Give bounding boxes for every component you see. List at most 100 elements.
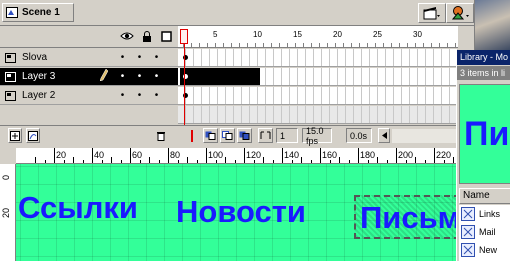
frame-tick (191, 43, 192, 47)
ruler-tick (45, 160, 46, 163)
frame-tick (351, 43, 352, 47)
library-item-mail[interactable]: Mail (459, 223, 510, 241)
playhead[interactable] (180, 29, 188, 44)
lock-dot[interactable]: • (131, 71, 148, 82)
onion-outline-button[interactable] (220, 128, 235, 143)
library-title[interactable]: Library - Mo (457, 50, 510, 65)
timeline-scrollbar-track[interactable] (392, 129, 456, 143)
outline-dot[interactable]: • (148, 71, 165, 82)
frame-row-slova[interactable] (178, 49, 458, 67)
ruler-tick (358, 148, 359, 163)
center-frame-button[interactable] (186, 128, 198, 143)
frame-tick (263, 43, 264, 47)
ruler-tick (140, 160, 141, 163)
frame-number: 15 (293, 30, 302, 39)
library-item-news[interactable]: New (459, 241, 510, 259)
ruler-tick (434, 148, 435, 163)
scene-button[interactable]: Scene 1 (2, 3, 74, 22)
playhead-line (184, 44, 185, 126)
add-guide-button[interactable] (26, 128, 40, 143)
ruler-number: 120 (246, 150, 262, 160)
frame-tick (391, 43, 392, 47)
frame-tick (447, 43, 448, 47)
ruler-tick (225, 157, 226, 163)
layer-row-layer-3[interactable]: Layer 3 • • • (0, 68, 178, 86)
ruler-tick (349, 160, 350, 163)
modify-markers-button[interactable] (258, 128, 273, 143)
ruler-number: 100 (208, 150, 224, 160)
ruler-tick (197, 160, 198, 163)
library-item-links[interactable]: Links (459, 205, 510, 223)
ruler-tick (311, 160, 312, 163)
visibility-dot[interactable]: • (114, 52, 131, 63)
ruler-tick (377, 157, 378, 163)
ruler-number: 80 (170, 150, 181, 160)
frame-tick (279, 43, 280, 47)
frame-tick (207, 43, 208, 47)
ruler-tick (368, 160, 369, 163)
library-count: 3 items in li (457, 66, 510, 80)
layer-name: Layer 3 (22, 71, 56, 82)
frame-row-empty (178, 106, 458, 124)
frame-number: 25 (373, 30, 382, 39)
ruler-tick (444, 160, 445, 163)
ruler-tick (235, 160, 236, 163)
layer-icon (5, 90, 16, 101)
delete-layer-button[interactable] (154, 128, 168, 143)
onion-skin-button[interactable] (203, 128, 218, 143)
ruler-tick (187, 157, 188, 163)
markers-icon (260, 131, 271, 139)
frame-rate-field[interactable]: 15.0 fps (302, 126, 332, 146)
frame-tick (199, 43, 200, 47)
edit-scene-button[interactable] (418, 3, 446, 23)
name-column-header[interactable]: Name (459, 188, 510, 204)
frame-tick (255, 43, 256, 47)
frame-tick (399, 43, 400, 47)
symbol-icon (461, 207, 475, 221)
scroll-left-button[interactable] (378, 128, 390, 143)
outline-dot[interactable]: • (148, 90, 165, 101)
frame-ruler[interactable]: 151015202530 (178, 26, 458, 48)
ruler-tick (121, 160, 122, 163)
frame-tick (319, 43, 320, 47)
frame-row-layer-2[interactable] (178, 87, 458, 105)
ruler-number: 20 (56, 150, 67, 160)
add-layer-button[interactable] (8, 128, 22, 143)
ruler-tick (206, 148, 207, 163)
outline-dot[interactable]: • (148, 52, 165, 63)
frame-row-layer-3[interactable] (178, 68, 458, 86)
lock-dot[interactable]: • (131, 90, 148, 101)
library-item-label: Links (479, 209, 501, 219)
stage-text-news[interactable]: Новости (176, 196, 306, 227)
horizontal-ruler: 20 40 60 80 100 120 140 160 180 200 220 (16, 148, 456, 164)
ruler-number: 20 (1, 207, 11, 218)
stage-text-links[interactable]: Ссылки (18, 192, 138, 223)
visibility-dot[interactable]: • (114, 90, 131, 101)
frame-number: 30 (413, 30, 422, 39)
edit-symbol-button[interactable] (446, 3, 474, 23)
selected-frames[interactable] (180, 68, 260, 85)
stage-canvas[interactable]: Ссылки Новости Письм (16, 164, 456, 261)
layer-row-slova[interactable]: Slova • • • (0, 49, 178, 67)
visibility-dot[interactable]: • (114, 71, 131, 82)
outline-icon[interactable] (161, 31, 172, 42)
edit-multiple-icon (239, 131, 250, 140)
library-list: Links Mail New (459, 205, 510, 261)
edit-multiple-button[interactable] (237, 128, 252, 143)
frame-tick (247, 43, 248, 47)
frame-tick (239, 43, 240, 47)
eye-icon[interactable] (120, 31, 134, 41)
lock-icon[interactable] (142, 31, 152, 43)
lock-dot[interactable]: • (131, 52, 148, 63)
ruler-tick (396, 148, 397, 163)
ruler-number: 40 (94, 150, 105, 160)
scene-label: Scene 1 (22, 7, 60, 18)
ruler-tick (54, 148, 55, 163)
layer-row-layer-2[interactable]: Layer 2 • • • (0, 87, 178, 105)
current-frame-field: 1 (276, 128, 298, 143)
frame-tick (367, 43, 368, 47)
ruler-tick (301, 157, 302, 163)
stage-text-mail[interactable]: Письм (360, 202, 456, 233)
layer-name: Layer 2 (22, 90, 56, 101)
frames-area[interactable]: 151015202530 (178, 26, 458, 126)
